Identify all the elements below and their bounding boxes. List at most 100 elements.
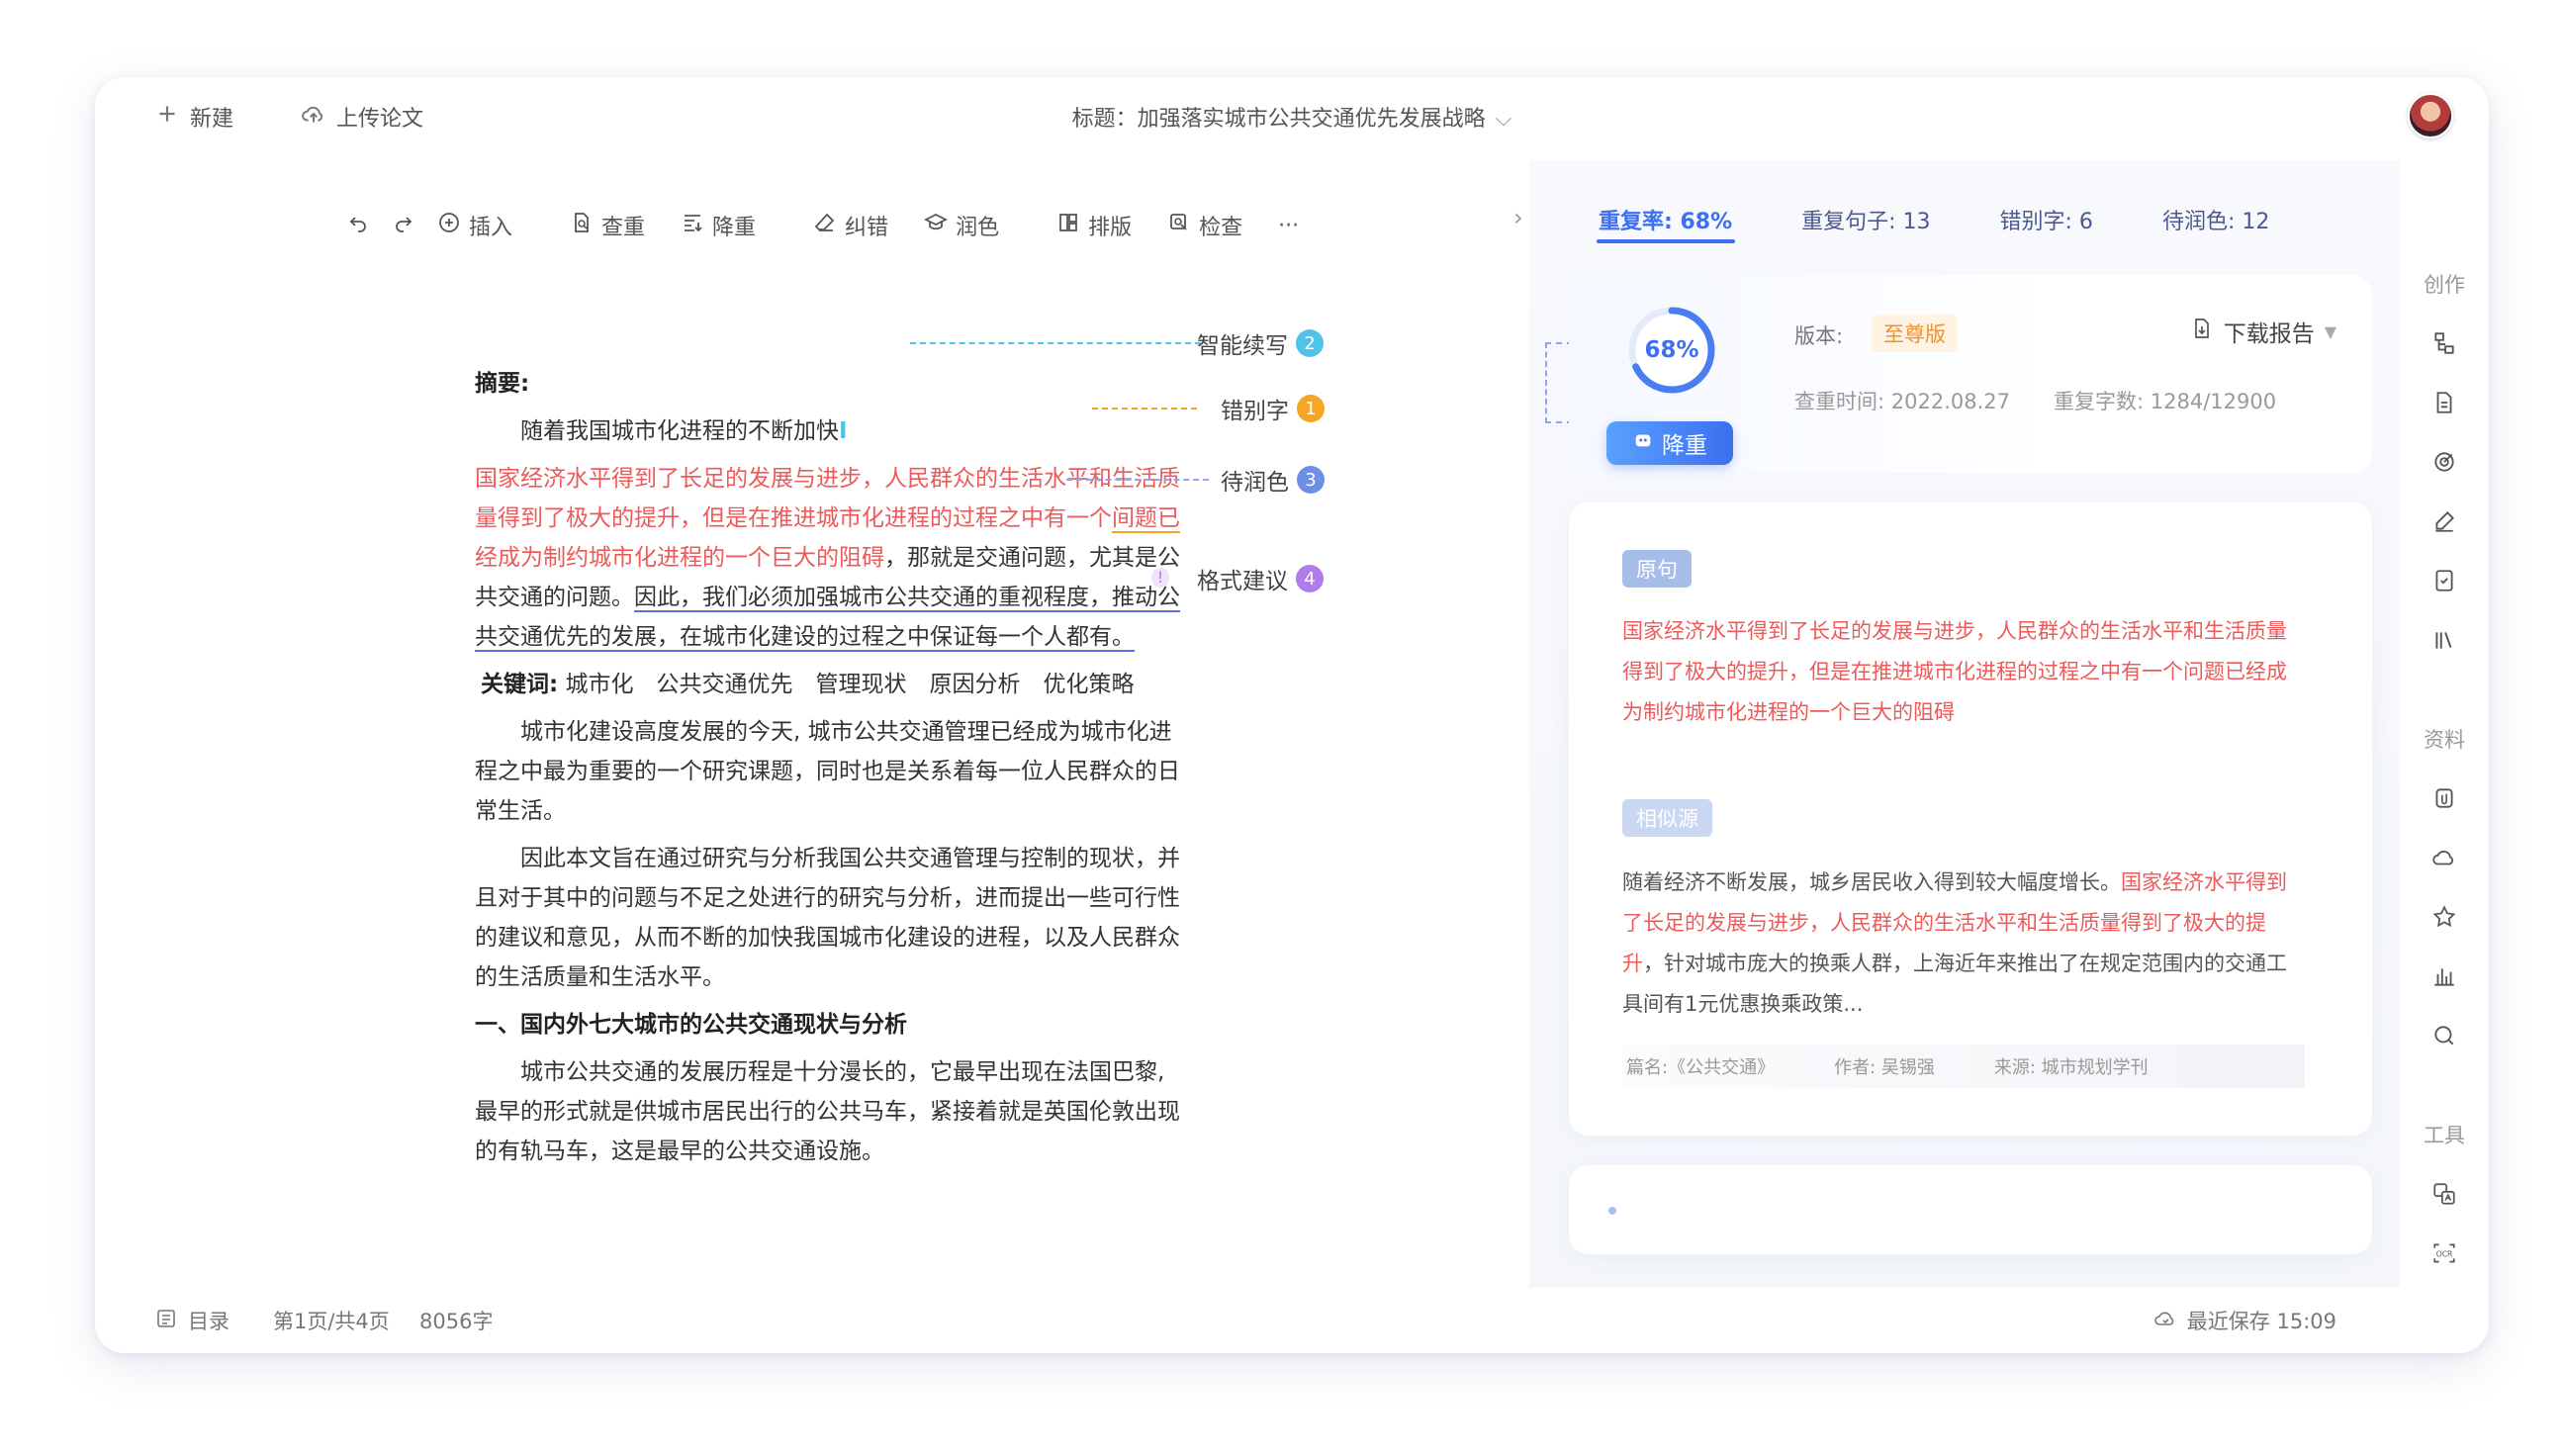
list-icon: [154, 1307, 178, 1335]
redo-icon: [392, 211, 415, 240]
polish-label: 润色: [956, 216, 1000, 240]
check-time: 查重时间: 2022.08.27: [1794, 390, 2010, 413]
tab-dup-sentences[interactable]: 重复句子: 13: [1801, 204, 1930, 235]
doc-search-icon: [570, 211, 594, 240]
paragraph-1-text: 随着我国城市化进程的不断加快: [520, 418, 839, 444]
reduce-dup-action-button[interactable]: 降重: [1606, 421, 1733, 465]
paragraph-1: 随着我国城市化进程的不断加快I: [475, 411, 1187, 451]
document-icon[interactable]: [2431, 390, 2457, 415]
section-heading: 一、国内外七大城市的公共交通现状与分析: [475, 1012, 907, 1038]
avatar[interactable]: [2408, 93, 2453, 138]
page-info: 第1页/共4页: [273, 1310, 390, 1333]
annotation-smart-continue[interactable]: 智能续写 2: [1197, 326, 1324, 360]
document-body[interactable]: 摘要: 随着我国城市化进程的不断加快I 国家经济水平得到了长足的发展与进步，人民…: [475, 364, 1187, 1179]
inspect-icon: [1167, 211, 1191, 240]
annotation-label: 智能续写: [1197, 333, 1288, 359]
annotation-format[interactable]: 格式建议 4: [1197, 562, 1324, 595]
tab-to-polish[interactable]: 待润色: 12: [2162, 204, 2269, 235]
similar-source-text: 随着经济不断发展，城乡居民收入得到较大幅度增长。国家经济水平得到了长足的发展与进…: [1622, 863, 2295, 1025]
sidebar-section-create: 创作: [2424, 273, 2465, 297]
annotation-count: 4: [1296, 565, 1324, 592]
flagged-text-end[interactable]: 经成为制约城市化进程的一个巨大的阻碍: [475, 545, 884, 571]
dup-char-count: 重复字数: 1284/12900: [2054, 390, 2277, 413]
sidebar-section-materials: 资料: [2424, 728, 2465, 752]
reduce-dup-button[interactable]: 降重: [681, 210, 756, 241]
layout-button[interactable]: 排版: [1056, 210, 1132, 241]
source-meta: 篇名:《公共交通》 作者: 吴锡强 来源: 城市规划学刊: [1622, 1045, 2305, 1088]
annotation-typos[interactable]: 错别字 1: [1221, 392, 1325, 425]
download-report-button[interactable]: 下载报告 ▼: [2190, 315, 2336, 348]
typo-text[interactable]: 间题已: [1112, 505, 1180, 533]
reduce-dup-label: 降重: [712, 216, 757, 240]
translate-icon[interactable]: [2431, 1181, 2457, 1207]
flagged-text[interactable]: 国家经济水平得到了长足的发展与进步，人民群众的生活水平和生活质量得到了极大的提升…: [475, 466, 1180, 531]
outline-icon[interactable]: [2431, 330, 2457, 356]
annotation-label: 待润色: [1221, 470, 1289, 496]
graduation-cap-icon: [924, 211, 949, 240]
version-label: 版本:: [1794, 324, 1844, 348]
text-reduce-icon: [681, 211, 704, 240]
star-icon[interactable]: [2431, 904, 2457, 930]
svg-text:OCR: OCR: [2436, 1249, 2453, 1258]
paragraph-4: 因此本文旨在通过研究与分析我国公共交通管理与控制的现状，并且对于其中的问题与不足…: [475, 846, 1180, 990]
books-icon[interactable]: [2431, 627, 2457, 653]
cloud-icon[interactable]: [2431, 845, 2457, 870]
insert-button[interactable]: 插入: [437, 210, 512, 241]
keywords-label: 关键词:: [481, 672, 559, 697]
annotation-connector: [1066, 479, 1209, 481]
layout-icon: [1056, 211, 1080, 240]
save-status: 最近保存 15:09: [2153, 1306, 2336, 1335]
collapse-panel-icon[interactable]: ›: [1513, 204, 1523, 231]
top-bar: 新建 上传论文 标题：加强落实城市公共交通优先发展战略 ⌵: [95, 77, 2489, 160]
inspect-button[interactable]: 检查: [1167, 210, 1242, 241]
annotation-label: 格式建议: [1197, 569, 1288, 594]
plus-circle-icon: [437, 211, 461, 240]
insert-label: 插入: [469, 216, 513, 240]
download-label: 下载报告: [2223, 321, 2315, 347]
next-result-card: [1569, 1165, 2372, 1254]
tab-typos[interactable]: 错别字: 6: [2000, 204, 2093, 235]
caret-down-icon: ▼: [2324, 321, 2336, 341]
source-origin: 来源: 城市规划学刊: [1993, 1057, 2149, 1078]
search-icon[interactable]: [2431, 1023, 2457, 1048]
more-button[interactable]: ···: [1278, 214, 1299, 238]
pen-icon[interactable]: [2431, 508, 2457, 534]
detail-card: 原句 国家经济水平得到了长足的发展与进步，人民群众的生活水平和生活质量得到了极大…: [1569, 502, 2372, 1136]
source-author: 作者: 吴锡强: [1834, 1057, 1935, 1078]
bar-chart-icon[interactable]: [2431, 963, 2457, 989]
summary-card: 68% 降重 版本: 至尊版 下载报告 ▼ 查重时间: 2022.08.27 重…: [1569, 275, 2372, 473]
paragraph-5: 城市公共交通的发展历程是十分漫长的，它最早出现在法国巴黎,最早的形式就是供城市居…: [475, 1059, 1180, 1164]
tab-dup-rate[interactable]: 重复率: 68%: [1599, 204, 1732, 235]
reduce-btn-label: 降重: [1662, 433, 1707, 459]
annotation-to-polish[interactable]: 待润色 3: [1221, 463, 1325, 497]
document-title[interactable]: 标题：加强落实城市公共交通优先发展战略 ⌵: [95, 101, 2489, 133]
editor-toolbar: 插入 查重 降重 纠错 润色 排版 检查 ···: [346, 210, 1334, 241]
original-sentence-text: 国家经济水平得到了长足的发展与进步，人民群众的生活水平和生活质量得到了极大的提升…: [1622, 619, 2287, 724]
save-text: 最近保存 15:09: [2186, 1310, 2336, 1333]
clip-icon[interactable]: [2431, 785, 2457, 811]
annotation-label: 错别字: [1221, 399, 1289, 424]
toc-button[interactable]: 目录: [154, 1306, 229, 1335]
check-doc-icon[interactable]: [2431, 568, 2457, 593]
text-cursor-icon: I: [839, 418, 848, 444]
annotation-connector: [910, 342, 1201, 344]
sidebar-section-tools: 工具: [2424, 1124, 2465, 1147]
redo-button[interactable]: [392, 211, 415, 240]
annotation-count: 2: [1296, 329, 1324, 357]
paragraph-2: 国家经济水平得到了长足的发展与进步，人民群众的生活水平和生活质量得到了极大的提升…: [475, 459, 1187, 657]
original-sentence-tag: 原句: [1622, 550, 1692, 588]
undo-button[interactable]: [346, 211, 370, 240]
target-icon[interactable]: [2431, 449, 2457, 475]
polish-button[interactable]: 润色: [924, 210, 999, 241]
correct-button[interactable]: 纠错: [813, 210, 888, 241]
check-dup-button[interactable]: 查重: [570, 210, 645, 241]
loading-dot: [1608, 1207, 1616, 1215]
ocr-icon[interactable]: OCR: [2431, 1240, 2457, 1266]
right-sidebar: 创作 资料 工具 OCR: [2400, 160, 2489, 1288]
similar-text-part: ，针对城市庞大的换乘人群，上海近年来推出了在规定范围内的交通工具间有1元优惠换乘…: [1622, 952, 2287, 1016]
dup-rate-percent: 68%: [1644, 337, 1699, 363]
app-window: 新建 上传论文 标题：加强落实城市公共交通优先发展战略 ⌵ 插入 查重 降重 纠错…: [95, 77, 2489, 1353]
source-title: 篇名:《公共交通》: [1626, 1057, 1776, 1078]
format-hint-icon[interactable]: !: [1151, 568, 1169, 588]
status-bar: 目录 第1页/共4页 8056字 最近保存 15:09: [95, 1288, 2489, 1353]
